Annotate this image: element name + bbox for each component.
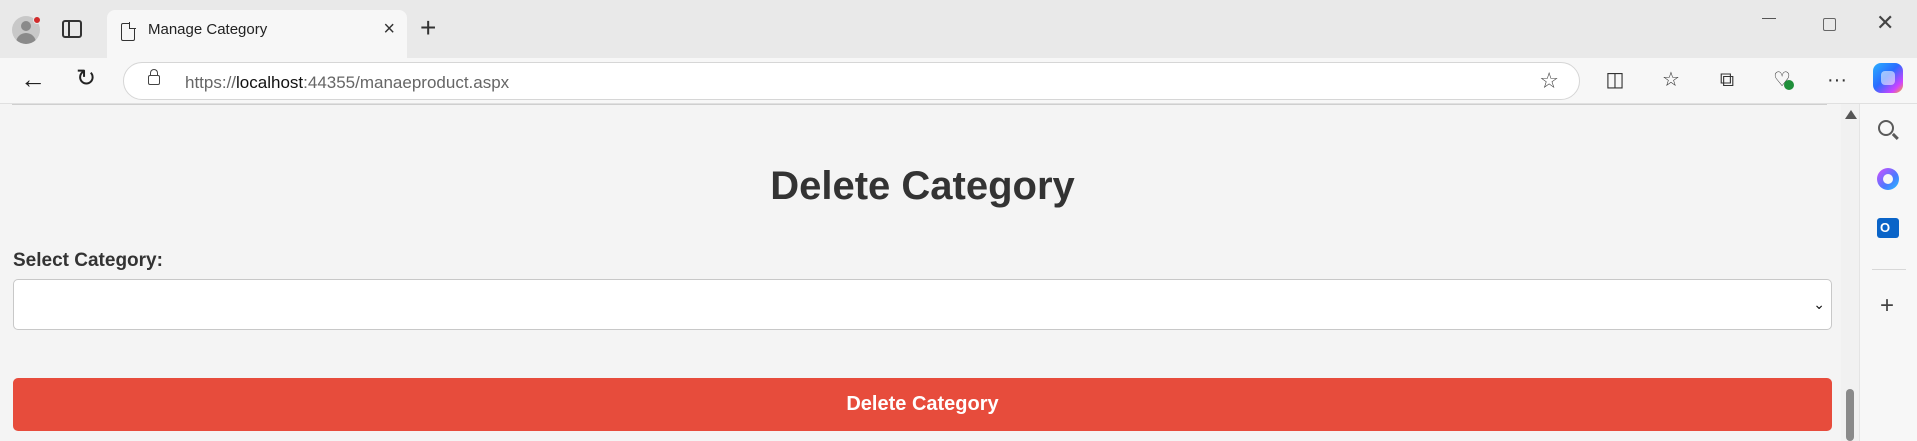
url-host: localhost	[236, 73, 304, 92]
select-category-label: Select Category:	[13, 250, 163, 271]
edge-sidebar: +	[1859, 104, 1917, 441]
collections-icon[interactable]: ⧉	[1714, 68, 1740, 92]
category-select[interactable]: ⌄	[13, 279, 1832, 330]
tab-title: Manage Category	[148, 21, 268, 38]
url-scheme: https://	[185, 73, 237, 92]
scrollbar-thumb[interactable]	[1846, 389, 1854, 441]
status-check-badge	[1784, 80, 1794, 90]
scroll-up-arrow-icon[interactable]	[1845, 110, 1857, 119]
new-tab-icon[interactable]: +	[420, 14, 436, 42]
lock-icon[interactable]	[148, 69, 160, 85]
favorites-icon[interactable]: ☆	[1658, 68, 1684, 92]
close-tab-icon[interactable]: ×	[383, 19, 395, 39]
avatar-head	[21, 21, 31, 31]
active-tab[interactable]: Manage Category ×	[107, 10, 407, 58]
office-icon[interactable]	[1877, 168, 1899, 190]
url-path: :44355/manaeproduct.aspx	[303, 73, 510, 92]
tab-actions-icon[interactable]	[62, 20, 82, 38]
page-title: Delete Category	[770, 164, 1075, 208]
search-icon[interactable]	[1878, 120, 1894, 136]
avatar-body	[16, 33, 36, 44]
browser-toolbar: ← ↻ https://localhost:44355/manaeproduct…	[0, 58, 1917, 104]
outlook-icon[interactable]	[1877, 218, 1899, 238]
address-bar[interactable]: https://localhost:44355/manaeproduct.asp…	[123, 62, 1580, 100]
copilot-icon[interactable]	[1873, 63, 1903, 93]
maximize-icon[interactable]	[1823, 18, 1836, 31]
page-icon	[121, 22, 136, 41]
page-content: Delete Category Select Category: ⌄ Delet…	[0, 104, 1841, 441]
delete-category-button[interactable]: Delete Category	[13, 378, 1832, 431]
browser-tab-strip: Manage Category × + ✕	[0, 0, 1917, 58]
chevron-down-icon: ⌄	[1813, 296, 1825, 312]
more-icon[interactable]: ···	[1824, 68, 1850, 92]
sidebar-divider	[1872, 269, 1906, 270]
page-scrollbar[interactable]	[1841, 104, 1859, 441]
refresh-icon[interactable]: ↻	[76, 66, 96, 92]
back-arrow-icon[interactable]: ←	[20, 66, 46, 92]
split-screen-icon[interactable]: ◫	[1602, 68, 1628, 92]
url-text[interactable]: https://localhost:44355/manaeproduct.asp…	[185, 73, 509, 93]
divider	[12, 104, 1827, 105]
favorite-star-icon[interactable]: ☆	[1539, 69, 1559, 93]
notification-dot	[33, 16, 41, 24]
minimize-icon[interactable]	[1762, 18, 1776, 19]
add-icon[interactable]: +	[1880, 294, 1894, 318]
window-close-icon[interactable]: ✕	[1876, 12, 1894, 34]
